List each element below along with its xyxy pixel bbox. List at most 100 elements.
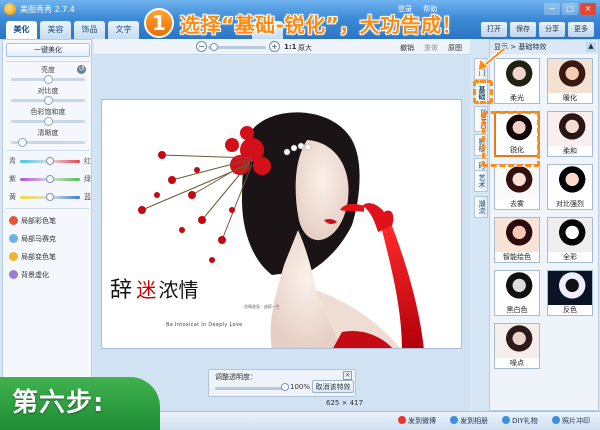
file-toolbar: 打开 保存 分享 更多 [481, 22, 594, 37]
color-change-icon [9, 252, 18, 261]
effect-preview [548, 165, 592, 201]
red-label: 红 [84, 157, 91, 165]
calligraphy-char-3: 浓情 [158, 278, 199, 302]
diy-gift[interactable]: DIY礼物 [502, 416, 538, 426]
effect-preview [548, 112, 592, 148]
window-controls: − □ × [544, 3, 596, 15]
more-button[interactable]: 更多 [568, 22, 594, 37]
effect-preview [548, 218, 592, 254]
share-weibo[interactable]: 发到微博 [398, 416, 436, 426]
effect-preview [495, 165, 539, 201]
close-button[interactable]: × [580, 3, 596, 15]
album-icon [450, 416, 458, 424]
effect-thumb[interactable]: 对比强烈 [547, 164, 593, 210]
effect-thumb[interactable]: 全彩 [547, 217, 593, 263]
maximize-button[interactable]: □ [562, 3, 578, 15]
mosaic-icon [9, 234, 18, 243]
blur-bg-icon [9, 270, 18, 279]
effect-preview [495, 324, 539, 360]
effect-label: 暖化 [548, 93, 592, 103]
slider-knob[interactable] [17, 138, 27, 147]
cancel-effect-button[interactable]: 取消该特效 [312, 380, 354, 393]
zoom-in-button[interactable]: + [269, 41, 280, 52]
sharpness-slider[interactable] [11, 138, 85, 147]
purple-green-slider[interactable]: 紫 绿 [9, 174, 91, 184]
open-button[interactable]: 打开 [481, 22, 507, 37]
effect-thumb[interactable]: 反色 [547, 270, 593, 316]
tab-text[interactable]: 文字 [108, 21, 139, 39]
photo-canvas[interactable]: 辞 迷 浓情 浓情香氛 · 迷醉一生 Be Intoxicat In Deepl… [101, 99, 462, 349]
redo-button[interactable]: 重做 [424, 43, 438, 53]
undo-button[interactable]: 撤销 [400, 43, 414, 53]
ratio-label[interactable]: 1:1 [284, 43, 297, 51]
transparency-knob[interactable] [281, 383, 289, 391]
slider-knob[interactable] [46, 175, 54, 183]
slider-knob[interactable] [44, 75, 53, 84]
green-label: 绿 [84, 175, 91, 183]
original-size-button[interactable]: 原大 [298, 43, 312, 53]
photo-english-caption: Be Intoxicat In Deeply Love [166, 322, 243, 328]
effect-label: 柔和 [548, 146, 592, 156]
slider-knob[interactable] [46, 157, 54, 165]
saturation-slider[interactable] [11, 117, 85, 126]
canvas-toolbar: − + 1:1 原大 撤销 重做 原图 [94, 39, 470, 55]
slider-knob[interactable] [46, 193, 54, 201]
original-image-button[interactable]: 原图 [448, 43, 462, 53]
effect-preview [495, 271, 539, 307]
one-key-beautify-button[interactable]: 一键美化 [6, 43, 90, 57]
weibo-icon [398, 416, 406, 424]
adjust-panel: 一键美化 ↺ 亮度 对比度 色彩饱和度 清晰度 青 红 紫 绿 黄 蓝 局部彩色… [2, 39, 92, 411]
save-button[interactable]: 保存 [510, 22, 536, 37]
cyan-red-slider[interactable]: 青 红 [9, 156, 91, 166]
pointer-arrow-icon [477, 47, 506, 72]
slider-knob[interactable] [44, 117, 53, 126]
tool-color-brush[interactable]: 局部彩色笔 [21, 216, 56, 226]
transparency-slider[interactable] [215, 387, 285, 390]
calligraphy-title: 辞 迷 浓情 [110, 272, 198, 304]
photo-print[interactable]: 照片冲印 [552, 416, 590, 426]
transparency-panel: 调整透明度： × 100% 取消该特效 [208, 369, 356, 397]
share-button[interactable]: 分享 [539, 22, 565, 37]
collapse-icon[interactable]: ▲ [586, 42, 596, 52]
contrast-slider[interactable] [11, 96, 85, 105]
tab-facial[interactable]: 美容 [40, 21, 71, 39]
yellow-blue-slider[interactable]: 黄 蓝 [9, 192, 91, 202]
close-icon[interactable]: × [343, 371, 352, 380]
effect-thumb[interactable]: 柔和 [547, 111, 593, 157]
minimize-button[interactable]: − [544, 3, 560, 15]
print-icon [552, 416, 560, 424]
tab-beautify[interactable]: 美化 [6, 21, 37, 39]
tool-mosaic[interactable]: 局部马赛克 [21, 234, 56, 244]
tab-trend[interactable]: 潮流 [474, 196, 488, 218]
effect-thumb[interactable]: 暖化 [547, 58, 593, 104]
effect-label: 柔光 [495, 93, 539, 103]
image-dimensions: 625 × 417 [326, 399, 364, 407]
zoom-slider[interactable] [208, 43, 266, 51]
effect-thumb[interactable]: 智能绘色 [494, 217, 540, 263]
cyan-label: 青 [9, 157, 16, 165]
effect-thumb[interactable]: 噪点 [494, 323, 540, 369]
tab-decor[interactable]: 饰品 [74, 21, 105, 39]
zoom-out-button[interactable]: − [196, 41, 207, 52]
tool-background-blur[interactable]: 背景虚化 [21, 270, 49, 280]
brightness-slider[interactable] [11, 75, 85, 84]
zoom-knob[interactable] [210, 43, 218, 51]
effect-preview [495, 218, 539, 254]
share-album[interactable]: 发到相册 [450, 416, 488, 426]
divider [6, 208, 90, 209]
tab-art[interactable]: 艺术 [474, 170, 488, 192]
step-instruction-banner: 1 选择“基础-锐化”，大功告成！ [144, 7, 462, 39]
rainbow-brush-icon [9, 216, 18, 225]
share-weibo-label: 发到微博 [408, 417, 436, 425]
effect-label: 智能绘色 [495, 252, 539, 262]
portrait-image [102, 100, 461, 348]
slider-knob[interactable] [44, 96, 53, 105]
saturation-label: 色彩饱和度 [30, 108, 66, 116]
effect-thumb[interactable]: 去雾 [494, 164, 540, 210]
step-instruction-text: 选择“基础-锐化”，大功告成！ [180, 12, 463, 37]
brightness-label: 亮度 [41, 66, 55, 74]
effect-thumb[interactable]: 黑白色 [494, 270, 540, 316]
tool-color-change[interactable]: 局部变色笔 [21, 252, 56, 262]
basic-tab-highlight [473, 80, 493, 104]
app-title: 美图秀秀 2.7.4 [20, 5, 75, 14]
